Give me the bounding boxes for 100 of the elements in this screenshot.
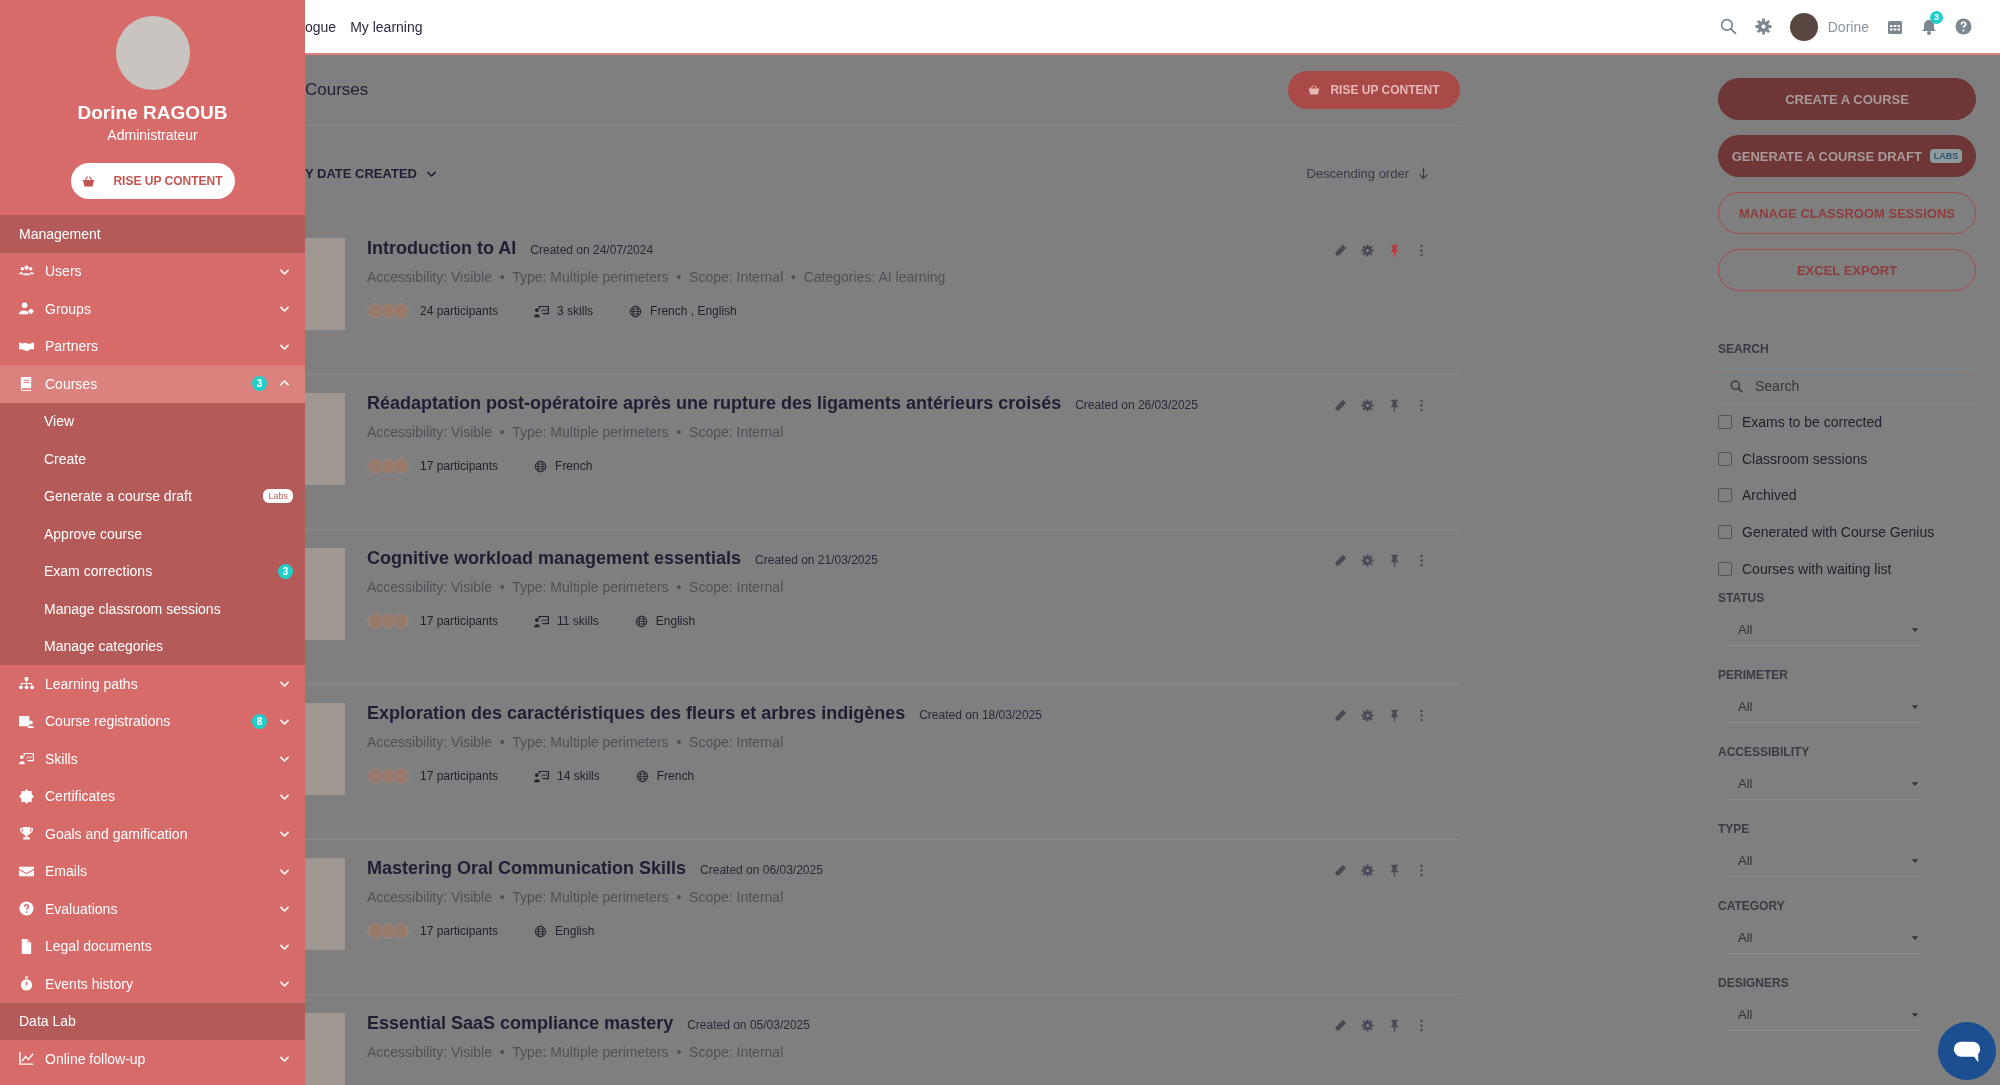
pencil-icon[interactable]	[1334, 709, 1347, 722]
checkbox[interactable]	[1718, 415, 1732, 430]
checkbox[interactable]	[1718, 561, 1732, 576]
search-field[interactable]: Search	[1753, 377, 1937, 395]
sidebar-item[interactable]: Learning paths	[0, 665, 305, 703]
course-title[interactable]: Introduction to AI	[367, 238, 517, 259]
sitemap-icon	[19, 676, 34, 692]
checkbox[interactable]	[1718, 488, 1732, 503]
course-thumbnail[interactable]	[305, 548, 345, 640]
filter-dropdown[interactable]: All	[1728, 614, 1920, 646]
skills-icon	[534, 303, 550, 319]
checkbox-label: Exams to be corrected	[1742, 414, 1883, 431]
sidebar-item[interactable]: Users	[0, 252, 305, 290]
pencil-icon[interactable]	[1334, 864, 1347, 877]
sort-order-toggle[interactable]: Descending order	[1306, 165, 1430, 181]
course-thumbnail[interactable]	[305, 1013, 345, 1085]
profile-role: Administrateur	[107, 127, 198, 143]
course-thumbnail[interactable]	[305, 393, 345, 485]
line-chart-icon	[19, 1051, 34, 1067]
course-title[interactable]: Mastering Oral Communication Skills	[367, 858, 687, 879]
count-badge: 8	[252, 713, 267, 729]
submenu-item[interactable]: Manage categories	[0, 627, 305, 665]
gear-icon[interactable]	[1361, 399, 1374, 412]
sort-dropdown[interactable]: Y DATE CREATED	[305, 165, 438, 181]
pin-icon[interactable]	[1388, 554, 1401, 567]
course-title[interactable]: Cognitive workload management essentials	[367, 548, 742, 569]
filter-dropdown[interactable]: All	[1728, 922, 1920, 954]
user-name[interactable]: Dorine	[1827, 18, 1869, 35]
created-date: Created on 21/03/2025	[755, 553, 878, 567]
participants-count: 17 participants	[420, 614, 499, 628]
filter-label: TYPE	[1718, 821, 1751, 836]
course-thumbnail[interactable]	[305, 238, 345, 330]
sidebar-item[interactable]: Events history	[0, 965, 305, 1003]
course-title[interactable]: Réadaptation post-opératoire après une rupture des ligaments antérieurs croisés	[367, 393, 1062, 414]
calendar-icon[interactable]	[1887, 18, 1903, 35]
gear-icon[interactable]	[1361, 709, 1374, 722]
globe-icon	[634, 614, 648, 628]
pin-icon[interactable]	[1388, 244, 1401, 257]
filter-dropdown[interactable]: All	[1728, 691, 1920, 723]
submenu-item[interactable]: Exam corrections 3	[0, 552, 305, 590]
filter-dropdown[interactable]: All	[1728, 768, 1920, 800]
sidebar-item[interactable]: Partners	[0, 327, 305, 365]
sidebar-item[interactable]: Courses 3	[0, 365, 305, 403]
sidebar-item[interactable]: Course registrations 8	[0, 702, 305, 740]
course-thumbnail[interactable]	[305, 858, 345, 950]
sidebar-item[interactable]: Legal documents	[0, 927, 305, 965]
sidebar-item[interactable]: Certificates	[0, 777, 305, 815]
help-icon[interactable]	[1955, 18, 1972, 35]
checkbox[interactable]	[1718, 451, 1732, 466]
pencil-icon[interactable]	[1334, 1019, 1347, 1032]
bell-icon[interactable]	[1921, 18, 1937, 35]
globe-icon	[635, 769, 649, 783]
pencil-icon[interactable]	[1334, 244, 1347, 257]
sidebar-item[interactable]: Goals and gamification	[0, 815, 305, 853]
course-thumbnail[interactable]	[305, 703, 345, 795]
filter-dropdown[interactable]: All	[1728, 845, 1920, 877]
gear-icon[interactable]	[1361, 554, 1374, 567]
sidebar-item[interactable]: Online follow-up	[0, 1040, 305, 1078]
submenu-item[interactable]: Generate a course draft Labs	[0, 477, 305, 515]
settings-icon[interactable]	[1754, 18, 1772, 35]
participant-avatars	[367, 923, 406, 939]
gear-icon[interactable]	[1361, 244, 1374, 257]
pin-icon[interactable]	[1388, 1019, 1401, 1032]
gear-icon[interactable]	[1361, 1019, 1374, 1032]
search-icon[interactable]	[1719, 18, 1737, 35]
submenu-item[interactable]: Manage classroom sessions	[0, 590, 305, 628]
pin-icon[interactable]	[1388, 399, 1401, 412]
filter-dropdown[interactable]: All	[1728, 999, 1920, 1031]
checkbox-label: Archived	[1742, 487, 1797, 504]
arrow-down-icon	[1417, 166, 1430, 180]
user-avatar[interactable]	[1789, 12, 1818, 41]
chat-button[interactable]	[1938, 1022, 1996, 1080]
sidebar-item[interactable]: Evaluations	[0, 890, 305, 928]
skills-count: 11 skills	[557, 614, 599, 628]
course-title[interactable]: Essential SaaS compliance mastery	[367, 1013, 674, 1034]
checkbox-label: Generated with Course Genius	[1742, 524, 1935, 541]
action-button[interactable]: CREATE A COURSE	[1718, 78, 1976, 120]
pin-icon[interactable]	[1388, 864, 1401, 877]
pencil-icon[interactable]	[1334, 554, 1347, 567]
gear-icon[interactable]	[1361, 864, 1374, 877]
nav-link[interactable]: ogue	[305, 18, 337, 35]
languages-text: French	[555, 459, 593, 473]
content-button[interactable]: RISE UP CONTENT	[1288, 71, 1460, 109]
content-button[interactable]: RISE UP CONTENT	[70, 163, 235, 199]
nav-link[interactable]: My learning	[350, 18, 423, 35]
checkbox[interactable]	[1718, 525, 1732, 540]
action-button[interactable]: GENERATE A COURSE DRAFT LABS	[1718, 135, 1976, 177]
pin-icon[interactable]	[1388, 709, 1401, 722]
submenu-item[interactable]: Create	[0, 440, 305, 478]
submenu-item[interactable]: View	[0, 402, 305, 440]
globe-icon	[534, 924, 548, 938]
course-title[interactable]: Exploration des caractéristiques des fleurs et arbres indigènes	[367, 703, 906, 724]
sidebar-item[interactable]: Groups	[0, 290, 305, 328]
submenu-item[interactable]: Approve course	[0, 515, 305, 553]
participant-avatars	[367, 613, 406, 629]
sidebar-item[interactable]: Emails	[0, 852, 305, 890]
pencil-icon[interactable]	[1334, 399, 1347, 412]
sidebar-item[interactable]: Skills	[0, 740, 305, 778]
trophy-icon	[19, 826, 34, 842]
document-icon	[19, 938, 34, 954]
